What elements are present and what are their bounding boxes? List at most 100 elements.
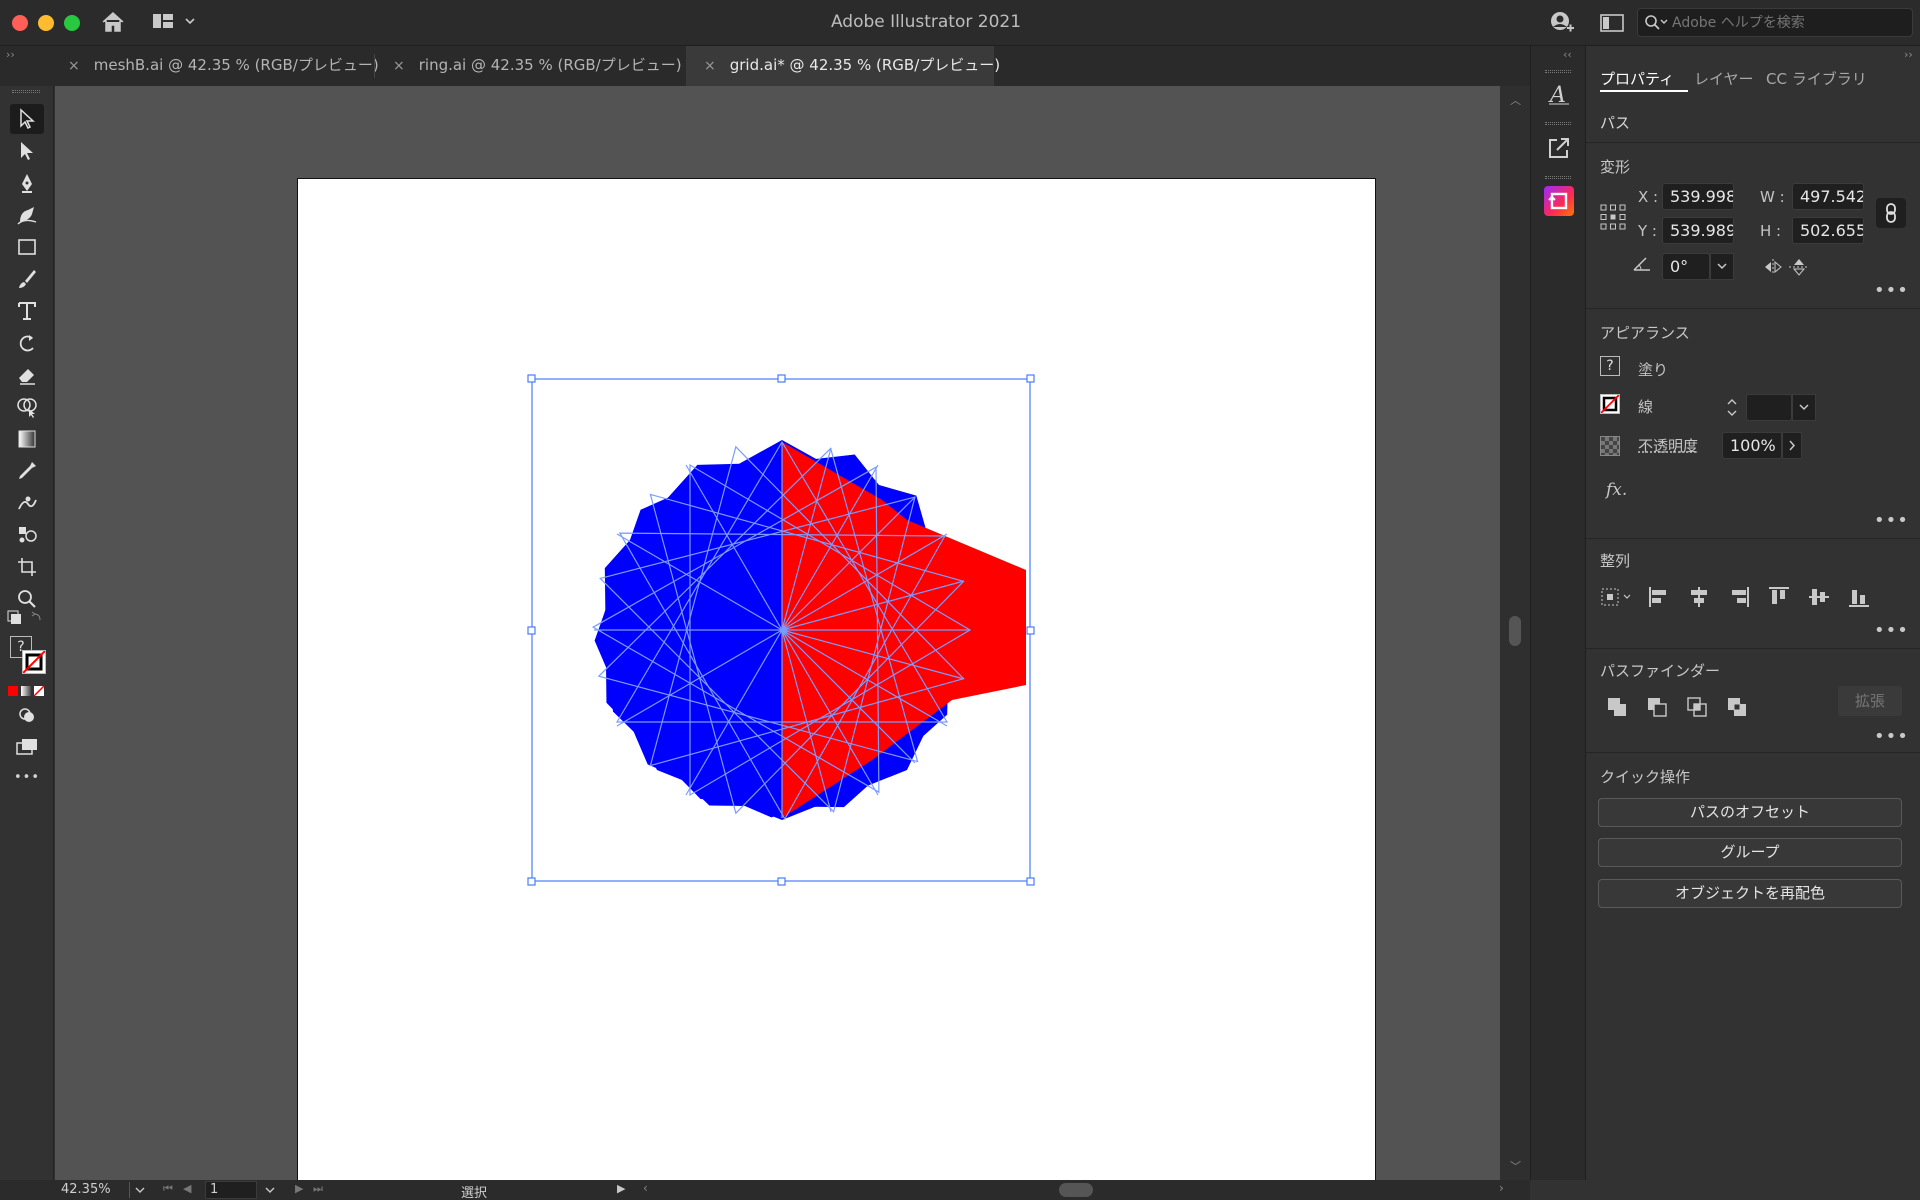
- group-button[interactable]: グループ: [1598, 838, 1902, 867]
- pathfinder-expand-button[interactable]: 拡張: [1838, 686, 1902, 716]
- collapse-panel-icon[interactable]: ››: [1904, 48, 1913, 61]
- artwork-svg[interactable]: [55, 86, 1515, 1180]
- fill-label[interactable]: 塗り: [1638, 359, 1668, 380]
- gradient-tool-icon[interactable]: [10, 424, 44, 454]
- opacity-icon[interactable]: [1600, 436, 1620, 456]
- flip-horizontal-icon[interactable]: [1762, 258, 1784, 280]
- horizontal-scrollbar[interactable]: ‹ ›: [639, 1181, 1515, 1199]
- scroll-down-icon[interactable]: ﹀: [1510, 1158, 1521, 1174]
- opacity-slider-button[interactable]: [1782, 432, 1802, 459]
- recolor-plugin-icon[interactable]: [1544, 186, 1574, 216]
- toolbar-grip[interactable]: [12, 90, 40, 93]
- panel-toggle-icon[interactable]: [1600, 13, 1624, 37]
- direct-selection-tool-icon[interactable]: [10, 136, 44, 166]
- rotate-tool-icon[interactable]: [10, 328, 44, 358]
- shape-builder-tool-icon[interactable]: [10, 392, 44, 422]
- align-more-options[interactable]: •••: [1874, 620, 1909, 641]
- type-tool-icon[interactable]: [10, 296, 44, 326]
- opacity-field[interactable]: 100%: [1722, 432, 1782, 459]
- unite-icon[interactable]: [1604, 694, 1630, 720]
- resize-handle[interactable]: [527, 626, 536, 635]
- panel-grip[interactable]: [1594, 48, 1912, 51]
- canvas[interactable]: [55, 86, 1515, 1200]
- scroll-up-icon[interactable]: ︿: [1510, 92, 1521, 108]
- close-tab-icon[interactable]: ×: [393, 58, 405, 74]
- scroll-left-icon[interactable]: ‹: [643, 1181, 648, 1195]
- rectangle-tool-icon[interactable]: [10, 232, 44, 262]
- stroke-label[interactable]: 線: [1638, 396, 1653, 417]
- screen-mode-icon[interactable]: [10, 732, 44, 762]
- pathfinder-more-options[interactable]: •••: [1874, 726, 1909, 747]
- x-field[interactable]: 539.998: [1662, 183, 1734, 210]
- constrain-proportions-button[interactable]: [1876, 198, 1906, 228]
- eraser-tool-icon[interactable]: [10, 360, 44, 390]
- align-to-selection-dropdown[interactable]: [1600, 584, 1634, 610]
- transform-more-options[interactable]: •••: [1874, 280, 1909, 301]
- cloud-account-icon[interactable]: [1548, 10, 1576, 40]
- next-artboard-icon[interactable]: ▶: [295, 1182, 303, 1195]
- first-artboard-icon[interactable]: ⏮: [163, 1182, 173, 1196]
- minus-front-icon[interactable]: [1644, 694, 1670, 720]
- reference-point-icon[interactable]: [1600, 204, 1626, 234]
- artboard-dropdown[interactable]: [261, 1180, 279, 1200]
- color-mode-icons[interactable]: [8, 682, 48, 701]
- eyedropper-tool-icon[interactable]: [10, 456, 44, 486]
- stroke-weight-field[interactable]: [1746, 394, 1792, 421]
- zoom-level[interactable]: 42.35%: [61, 1182, 111, 1197]
- align-right-icon[interactable]: [1726, 584, 1752, 610]
- dock-grip[interactable]: [1545, 122, 1571, 125]
- help-search[interactable]: [1637, 8, 1913, 37]
- character-panel-icon[interactable]: A: [1545, 80, 1573, 112]
- rotate-dropdown[interactable]: [1710, 253, 1734, 280]
- symbol-sprayer-tool-icon[interactable]: [10, 520, 44, 550]
- resize-handle[interactable]: [777, 374, 786, 383]
- artboard-tool-icon[interactable]: [10, 552, 44, 582]
- appearance-more-options[interactable]: •••: [1874, 510, 1909, 531]
- stroke-weight-dropdown[interactable]: [1792, 394, 1816, 421]
- y-field[interactable]: 539.989: [1662, 217, 1734, 244]
- intersect-icon[interactable]: [1684, 694, 1710, 720]
- width-field[interactable]: 497.542: [1792, 183, 1864, 210]
- scroll-right-icon[interactable]: ›: [1499, 1181, 1504, 1195]
- fill-stroke-swatches[interactable]: ?: [10, 636, 48, 676]
- tab-cc-libraries[interactable]: CC ライブラリ: [1766, 68, 1867, 89]
- align-horizontal-center-icon[interactable]: [1686, 584, 1712, 610]
- effects-button[interactable]: fx.: [1606, 480, 1627, 500]
- align-bottom-icon[interactable]: [1846, 584, 1872, 610]
- resize-handle[interactable]: [1026, 626, 1035, 635]
- close-tab-icon[interactable]: ×: [68, 58, 80, 74]
- tab-layers[interactable]: レイヤー: [1694, 68, 1754, 89]
- resize-handle[interactable]: [1026, 374, 1035, 383]
- dock-grip[interactable]: [1545, 70, 1571, 73]
- export-panel-icon[interactable]: [1545, 134, 1573, 166]
- dock-grip[interactable]: [1545, 176, 1571, 179]
- rotate-field[interactable]: 0°: [1662, 253, 1710, 280]
- tab-properties[interactable]: プロパティ: [1600, 68, 1674, 89]
- default-fill-stroke-icon[interactable]: [6, 608, 46, 632]
- resize-handle[interactable]: [1026, 877, 1035, 886]
- expand-panels-icon[interactable]: ‹‹: [1563, 48, 1572, 61]
- selection-tool-icon[interactable]: [10, 104, 44, 134]
- scroll-thumb[interactable]: [1059, 1183, 1093, 1197]
- align-vertical-center-icon[interactable]: [1806, 584, 1832, 610]
- align-top-icon[interactable]: [1766, 584, 1792, 610]
- curvature-tool-icon[interactable]: [10, 200, 44, 230]
- scroll-thumb[interactable]: [1509, 616, 1521, 646]
- tab-grid-active[interactable]: × grid.ai* @ 42.35 % (RGB/プレビュー): [686, 46, 1000, 86]
- align-left-icon[interactable]: [1646, 584, 1672, 610]
- paintbrush-tool-icon[interactable]: [10, 264, 44, 294]
- opacity-label[interactable]: 不透明度: [1638, 435, 1698, 456]
- height-field[interactable]: 502.655: [1792, 217, 1864, 244]
- resize-handle[interactable]: [527, 374, 536, 383]
- resize-handle[interactable]: [777, 877, 786, 886]
- artboard-number-field[interactable]: 1: [205, 1181, 257, 1199]
- edit-toolbar-more[interactable]: •••: [14, 770, 40, 785]
- exclude-icon[interactable]: [1724, 694, 1750, 720]
- fill-color-swatch[interactable]: ?: [1600, 356, 1620, 376]
- offset-path-button[interactable]: パスのオフセット: [1598, 798, 1902, 827]
- flip-vertical-icon[interactable]: [1788, 258, 1810, 280]
- draw-mode-icon[interactable]: [10, 700, 44, 730]
- last-artboard-icon[interactable]: ⏭: [313, 1182, 323, 1196]
- help-search-input[interactable]: [1672, 13, 1902, 33]
- recolor-artwork-button[interactable]: オブジェクトを再配色: [1598, 879, 1902, 908]
